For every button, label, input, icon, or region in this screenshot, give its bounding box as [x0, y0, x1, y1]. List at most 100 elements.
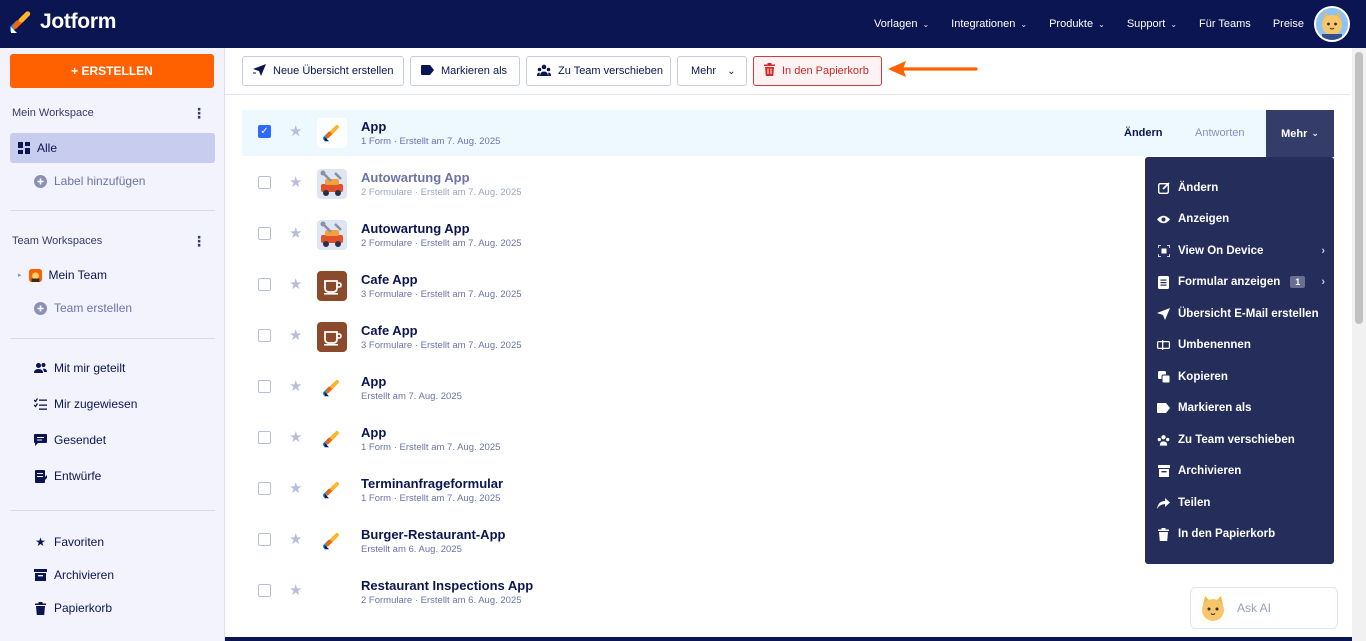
- menu-item-rename[interactable]: Umbenennen: [1157, 335, 1325, 355]
- user-avatar[interactable]: [1314, 6, 1350, 42]
- form-icon: [1157, 275, 1170, 289]
- star-icon[interactable]: ★: [289, 326, 302, 344]
- menu-item-copy[interactable]: Kopieren: [1157, 367, 1325, 387]
- edit-icon: [1157, 182, 1170, 194]
- mark-as-button[interactable]: Markieren als: [410, 56, 520, 86]
- menu-item-archive[interactable]: Archivieren: [1157, 461, 1325, 481]
- sidebar-item-my-team[interactable]: ▸ Mein Team: [18, 268, 107, 282]
- star-icon[interactable]: ★: [289, 224, 302, 242]
- row-checkbox[interactable]: [258, 533, 271, 546]
- sidebar-item-trash[interactable]: Papierkorb: [34, 601, 112, 615]
- move-to-team-button[interactable]: Zu Team verschieben: [526, 56, 671, 86]
- row-checkbox[interactable]: [258, 227, 271, 240]
- menu-item-label: Anzeigen: [1178, 213, 1230, 225]
- row-checkbox[interactable]: [258, 431, 271, 444]
- chevron-down-icon: ⌄: [922, 19, 930, 29]
- row-title[interactable]: Cafe App: [361, 272, 418, 287]
- row-subtitle: Erstellt am 7. Aug. 2025: [361, 391, 462, 402]
- row-more-button[interactable]: Mehr ⌄: [1266, 110, 1334, 157]
- nav-fuer-teams[interactable]: Für Teams: [1199, 18, 1251, 30]
- row-title[interactable]: Burger-Restaurant-App: [361, 527, 505, 542]
- list-item[interactable]: ✓ ★ App 1 Form · Erstellt am 7. Aug. 2025: [242, 110, 1334, 156]
- create-button[interactable]: + ERSTELLEN: [10, 54, 214, 88]
- sidebar-item-drafts[interactable]: Entwürfe: [34, 469, 101, 483]
- jotform-logo[interactable]: Jotform: [10, 10, 116, 34]
- nav-produkte[interactable]: Produkte ⌄: [1049, 18, 1105, 30]
- tag-icon: [421, 64, 434, 78]
- more-vertical-icon[interactable]: ⋮: [192, 105, 206, 122]
- row-subtitle: Erstellt am 6. Aug. 2025: [361, 544, 462, 555]
- row-checkbox[interactable]: [258, 380, 271, 393]
- menu-item-send[interactable]: Übersicht E-Mail erstellen: [1157, 304, 1325, 324]
- menu-item-device[interactable]: View On Device ›: [1157, 241, 1325, 261]
- button-label: In den Papierkorb: [782, 65, 869, 77]
- menu-item-eye[interactable]: Anzeigen: [1157, 209, 1325, 229]
- trash-icon: [764, 63, 775, 79]
- sidebar-item-favorites[interactable]: ★ Favoriten: [34, 535, 104, 549]
- more-vertical-icon[interactable]: ⋮: [192, 233, 206, 250]
- star-icon[interactable]: ★: [289, 428, 302, 446]
- star-icon[interactable]: ★: [289, 122, 302, 140]
- menu-item-trash[interactable]: In den Papierkorb: [1157, 524, 1325, 544]
- row-title[interactable]: App: [361, 374, 386, 389]
- row-checkbox[interactable]: ✓: [258, 125, 271, 138]
- row-subtitle: 1 Form · Erstellt am 7. Aug. 2025: [361, 442, 501, 453]
- button-label: Mehr: [691, 65, 717, 77]
- menu-item-form[interactable]: Formular anzeigen 1 ›: [1157, 272, 1325, 292]
- sidebar-item-label: Mit mir geteilt: [54, 361, 126, 375]
- menu-item-edit[interactable]: Ändern: [1157, 178, 1325, 198]
- bulk-action-toolbar: Neue Übersicht erstellen Markieren als Z…: [242, 56, 882, 86]
- car-app-icon: [317, 220, 347, 250]
- sidebar-item-archive[interactable]: Archivieren: [34, 568, 114, 582]
- star-icon[interactable]: ★: [289, 530, 302, 548]
- nav-support[interactable]: Support ⌄: [1127, 18, 1177, 30]
- button-label: Mehr: [1281, 127, 1308, 140]
- star-icon[interactable]: ★: [289, 581, 302, 599]
- star-icon[interactable]: ★: [289, 479, 302, 497]
- scrollbar-thumb[interactable]: [1355, 52, 1363, 324]
- sidebar-item-shared[interactable]: Mit mir geteilt: [34, 361, 125, 375]
- star-icon[interactable]: ★: [289, 173, 302, 191]
- plus-circle-icon: [34, 174, 47, 188]
- new-overview-button[interactable]: Neue Übersicht erstellen: [242, 56, 404, 86]
- sidebar-item-assigned[interactable]: Mir zugewiesen: [34, 397, 137, 411]
- team-workspaces-heading: Team Workspaces: [12, 235, 103, 247]
- create-team-button[interactable]: Team erstellen: [34, 301, 132, 315]
- more-dropdown-button[interactable]: Mehr ⌄: [677, 56, 747, 86]
- add-label-button[interactable]: Label hinzufügen: [34, 174, 145, 188]
- nav-vorlagen[interactable]: Vorlagen ⌄: [874, 18, 929, 30]
- nav-integrationen[interactable]: Integrationen ⌄: [951, 18, 1027, 30]
- row-title[interactable]: Restaurant Inspections App: [361, 578, 533, 593]
- sidebar-item-label: Gesendet: [54, 433, 107, 447]
- row-title[interactable]: Terminanfrageformular: [361, 476, 503, 491]
- nav-preise[interactable]: Preise: [1273, 18, 1304, 30]
- row-checkbox[interactable]: [258, 482, 271, 495]
- menu-item-tag[interactable]: Markieren als: [1157, 398, 1325, 418]
- answers-link[interactable]: Antworten: [1195, 110, 1245, 156]
- star-icon[interactable]: ★: [289, 275, 302, 293]
- nav-label: Vorlagen: [874, 18, 918, 30]
- row-title[interactable]: Cafe App: [361, 323, 418, 338]
- sidebar-item-sent[interactable]: Gesendet: [34, 433, 106, 447]
- menu-item-label: Übersicht E-Mail erstellen: [1178, 308, 1319, 320]
- row-title[interactable]: App: [361, 425, 386, 440]
- move-to-trash-button[interactable]: In den Papierkorb: [753, 56, 882, 86]
- menu-item-share[interactable]: Teilen: [1157, 493, 1325, 513]
- row-title[interactable]: Autowartung App: [361, 221, 470, 236]
- menu-item-team[interactable]: Zu Team verschieben: [1157, 430, 1325, 450]
- edit-link[interactable]: Ändern: [1124, 110, 1163, 156]
- ask-ai-button[interactable]: Ask AI: [1190, 587, 1338, 629]
- row-checkbox[interactable]: [258, 176, 271, 189]
- row-title[interactable]: Autowartung App: [361, 170, 470, 185]
- row-subtitle: 2 Formulare · Erstellt am 7. Aug. 2025: [361, 187, 522, 198]
- row-checkbox[interactable]: [258, 278, 271, 291]
- row-checkbox[interactable]: [258, 584, 271, 597]
- star-icon[interactable]: ★: [289, 377, 302, 395]
- row-subtitle: 2 Formulare · Erstellt am 7. Aug. 2025: [361, 238, 522, 249]
- row-title[interactable]: App: [361, 119, 386, 134]
- sidebar-item-all[interactable]: Alle: [17, 141, 57, 155]
- more-actions-menu: Ändern Anzeigen View On Device › Formular an…: [1145, 157, 1334, 564]
- cat-avatar-icon: [1197, 592, 1229, 624]
- row-checkbox[interactable]: [258, 329, 271, 342]
- list-item[interactable]: ★ Restaurant Inspections App 2 Formulare ·…: [242, 569, 1334, 615]
